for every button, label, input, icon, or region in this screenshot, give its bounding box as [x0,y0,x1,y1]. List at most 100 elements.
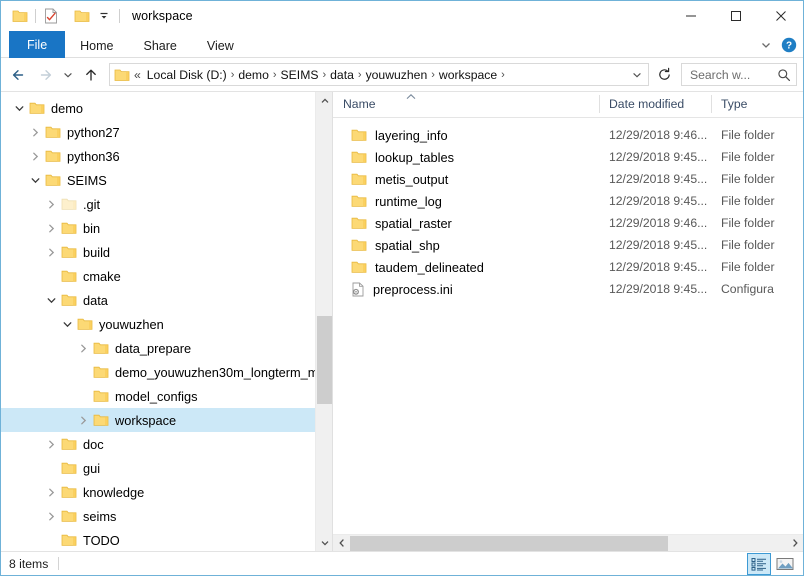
item-count-label: 8 items [9,556,49,571]
tree-item-seims[interactable]: SEIMS [1,168,332,192]
tree-item-doc[interactable]: doc [1,432,332,456]
table-row[interactable]: preprocess.ini 12/29/2018 9:45... Configur… [333,278,803,300]
table-row[interactable]: lookup_tables 12/29/2018 9:45... File fold… [333,146,803,168]
tree-item-workspace[interactable]: workspace [1,408,332,432]
table-row[interactable]: spatial_shp 12/29/2018 9:45... File folder [333,234,803,256]
breadcrumb-bar[interactable]: « Local Disk (D:) › demo › SEIMS › data … [109,63,649,86]
tree-item-youwuzhen[interactable]: youwuzhen [1,312,332,336]
folder-icon [45,173,61,187]
file-type-cell: File folder [721,238,775,252]
tree-item-python36[interactable]: python36 [1,144,332,168]
tab-share[interactable]: Share [129,32,192,59]
tab-home[interactable]: Home [65,32,128,59]
breadcrumb-overflow[interactable]: « [130,68,144,82]
title-bar: workspace [1,1,803,31]
tree-item-git[interactable]: .git [1,192,332,216]
refresh-icon[interactable] [653,63,675,86]
folder-icon[interactable] [9,5,31,27]
tree-item-bin[interactable]: bin [1,216,332,240]
chevron-right-icon[interactable] [25,144,45,168]
window-controls [668,1,803,31]
chevron-right-icon[interactable] [41,192,61,216]
chevron-down-icon[interactable] [25,168,45,192]
nav-scroll-up-icon[interactable] [316,92,332,109]
hscroll-thumb[interactable] [350,535,669,551]
list-horizontal-scrollbar[interactable] [333,534,803,551]
up-arrow-icon[interactable] [79,63,103,87]
chevron-right-icon[interactable] [41,504,61,528]
help-icon[interactable]: ? [781,37,797,53]
tree-item-data[interactable]: data [1,288,332,312]
file-name-label: preprocess.ini [373,281,453,297]
chevron-down-icon[interactable] [9,96,29,120]
column-header-type[interactable]: Type [711,92,803,117]
breadcrumb-3[interactable]: data [327,68,357,82]
breadcrumb-1[interactable]: demo [235,68,272,82]
table-row[interactable]: runtime_log 12/29/2018 9:45... File folder [333,190,803,212]
tree-item-knowledge[interactable]: knowledge [1,480,332,504]
hscroll-left-icon[interactable] [333,535,350,552]
file-name-cell: spatial_shp [333,238,599,253]
folder-icon [61,461,77,475]
back-arrow-icon[interactable] [7,63,31,87]
breadcrumb-chevron-down-icon[interactable] [628,69,646,81]
tree-item-data-prepare[interactable]: data_prepare [1,336,332,360]
nav-scrollbar-thumb[interactable] [317,316,332,404]
column-header-date-modified[interactable]: Date modified [599,92,711,117]
tree-item-demo[interactable]: demo [1,96,332,120]
breadcrumb-sep-5[interactable]: › [500,69,506,81]
recent-locations-chevron-down-icon[interactable] [59,63,77,87]
folder-icon [61,245,77,259]
tree-item-demo-youwuzhen30m-longterm-model[interactable]: demo_youwuzhen30m_longterm_model [1,360,332,384]
tree-item-cmake[interactable]: cmake [1,264,332,288]
folder-icon [351,172,367,186]
folder-icon [351,150,367,164]
table-row[interactable]: taudem_delineated 12/29/2018 9:45... File … [333,256,803,278]
new-folder-icon[interactable] [71,5,93,27]
file-name-cell: lookup_tables [333,150,599,165]
nav-vertical-scrollbar[interactable] [315,92,332,551]
table-row[interactable]: layering_info 12/29/2018 9:46... File fold… [333,124,803,146]
hscroll-track[interactable] [350,535,786,552]
tab-view[interactable]: View [192,32,249,59]
column-header-name[interactable]: Name [333,92,599,117]
nav-scroll-down-icon[interactable] [316,534,332,551]
tree-item-seims[interactable]: seims [1,504,332,528]
chevron-right-icon[interactable] [73,336,93,360]
details-view-button[interactable] [747,553,771,575]
breadcrumb-4[interactable]: youwuzhen [363,68,431,82]
tree-item-todo[interactable]: TODO [1,528,332,551]
search-input[interactable]: Search w... [681,63,797,86]
tree-item-python27[interactable]: python27 [1,120,332,144]
table-row[interactable]: spatial_raster 12/29/2018 9:46... File fol… [333,212,803,234]
table-row[interactable]: metis_output 12/29/2018 9:45... File folde… [333,168,803,190]
breadcrumb-5[interactable]: workspace [436,68,500,82]
expand-ribbon-chevron-down-icon[interactable] [759,38,773,52]
breadcrumb-2[interactable]: SEIMS [278,68,322,82]
hscroll-right-icon[interactable] [786,535,803,552]
file-type-cell: File folder [721,172,775,186]
chevron-right-icon[interactable] [41,240,61,264]
chevron-right-icon[interactable] [73,408,93,432]
search-icon[interactable] [777,68,791,82]
folder-icon [45,125,61,139]
properties-icon[interactable] [40,5,62,27]
file-type-cell: File folder [721,216,775,230]
close-icon[interactable] [758,1,803,31]
maximize-icon[interactable] [713,1,758,31]
chevron-down-icon[interactable] [93,5,115,27]
chevron-right-icon[interactable] [41,216,61,240]
chevron-down-icon[interactable] [41,288,61,312]
tree-item-gui[interactable]: gui [1,456,332,480]
chevron-right-icon[interactable] [25,120,45,144]
tree-item-build[interactable]: build [1,240,332,264]
chevron-right-icon[interactable] [41,480,61,504]
chevron-down-icon[interactable] [57,312,77,336]
folder-icon [61,293,77,307]
tree-item-model-configs[interactable]: model_configs [1,384,332,408]
chevron-right-icon[interactable] [41,432,61,456]
tab-file[interactable]: File [9,31,66,58]
breadcrumb-0[interactable]: Local Disk (D:) [144,68,230,82]
large-icons-view-button[interactable] [773,553,797,575]
minimize-icon[interactable] [668,1,713,31]
